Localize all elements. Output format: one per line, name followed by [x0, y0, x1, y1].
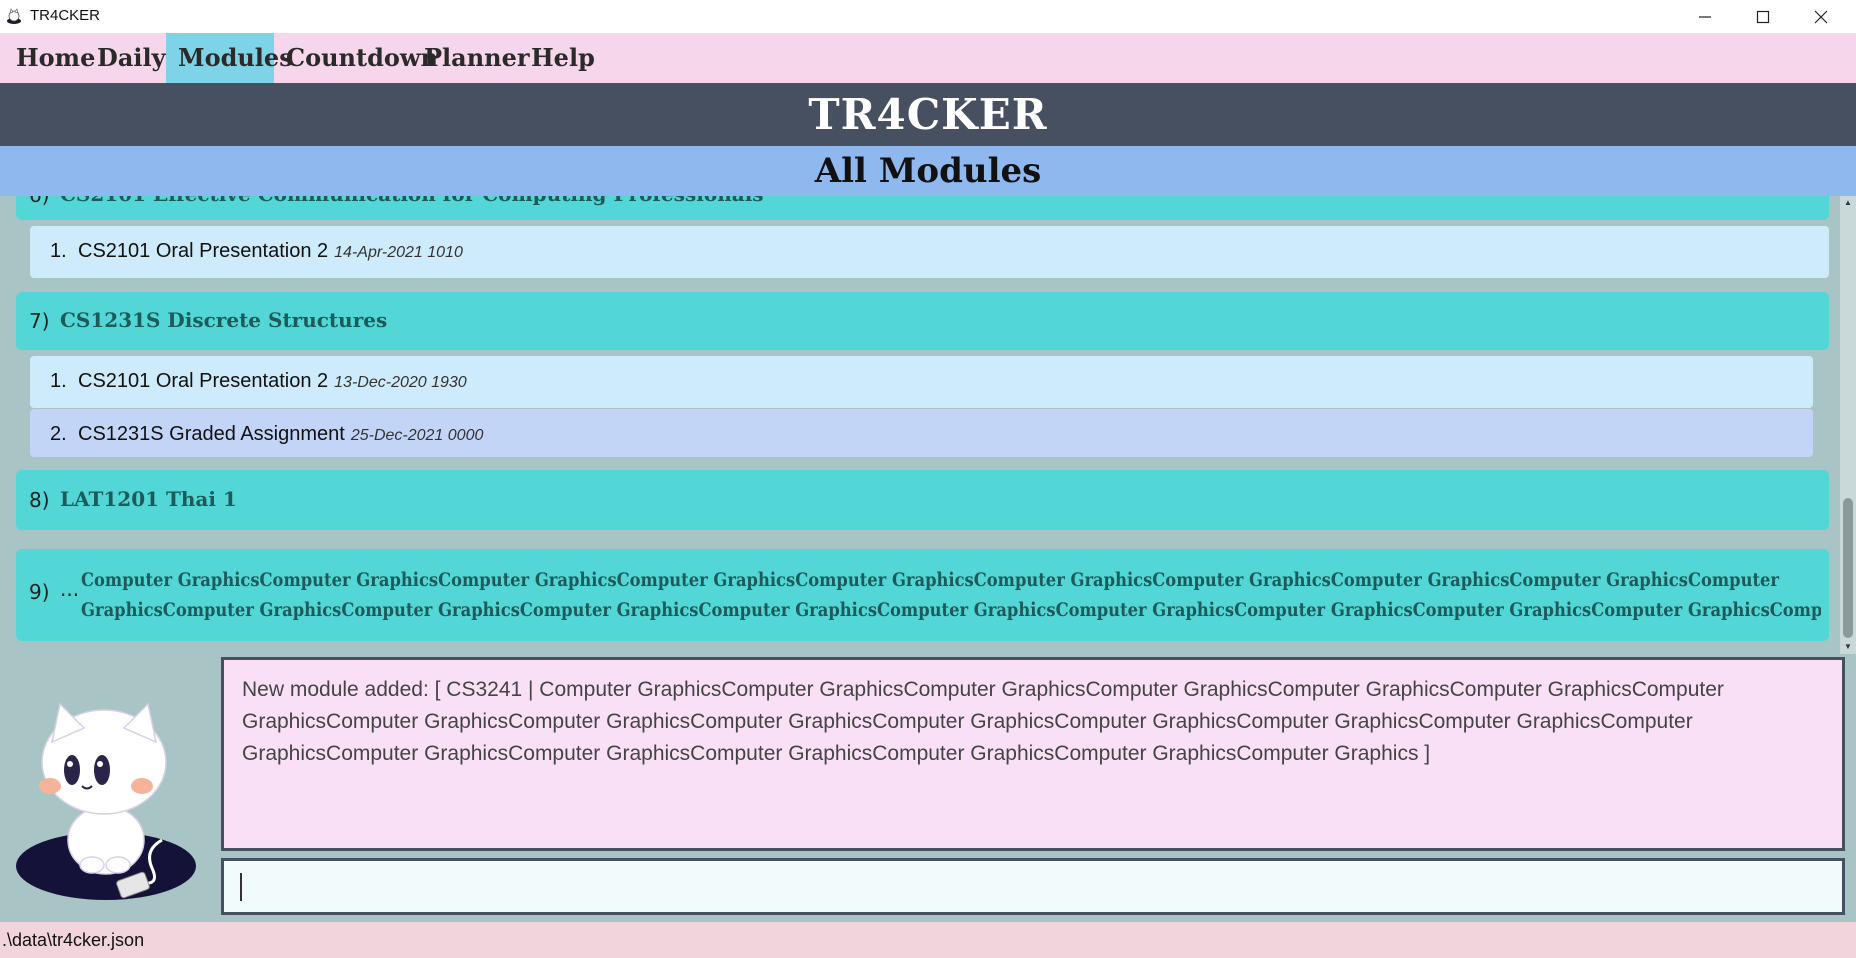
- task-deadline: 14-Apr-2021 1010: [334, 244, 463, 261]
- task-deadline: 13-Dec-2020 1930: [334, 374, 467, 391]
- module-index: 7): [29, 309, 50, 333]
- task-deadline: 25-Dec-2021 0000: [350, 427, 484, 444]
- page-title: All Modules: [814, 151, 1042, 191]
- scroll-down-icon[interactable]: ▼: [1843, 642, 1853, 652]
- close-icon: [1814, 10, 1828, 23]
- result-line: GraphicsComputer GraphicsComputer Graphi…: [242, 742, 1431, 765]
- cat-mascot-icon: [16, 702, 196, 900]
- module-name-line2: GraphicsComputer GraphicsComputer Graphi…: [81, 599, 1821, 621]
- result-line: GraphicsComputer GraphicsComputer Graphi…: [242, 710, 1693, 733]
- task-name: CS2101 Oral Presentation 2: [78, 240, 329, 262]
- maximize-button[interactable]: [1734, 0, 1792, 33]
- task-item[interactable]: 2. CS1231S Graded Assignment 25-Dec-2021 …: [30, 409, 1813, 457]
- module-name-line1: Computer GraphicsComputer GraphicsComput…: [81, 569, 1780, 591]
- window-title: TR4CKER: [30, 7, 101, 24]
- window-titlebar: TR4CKER: [0, 0, 1856, 33]
- task-item[interactable]: 1. CS2101 Oral Presentation 2 14-Apr-2021…: [30, 226, 1829, 278]
- app-header: TR4CKER: [0, 83, 1856, 146]
- command-input[interactable]: [221, 858, 1845, 915]
- task-item[interactable]: 1. CS2101 Oral Presentation 2 13-Dec-2020…: [30, 356, 1813, 408]
- menu-daily[interactable]: Daily: [85, 33, 178, 83]
- page-subheader: All Modules: [0, 146, 1856, 196]
- result-line: New module added: [ CS3241 | Computer Gr…: [242, 678, 1724, 701]
- status-bar: .\data\tr4cker.json: [0, 922, 1856, 958]
- result-text: New module added: [ CS3241 | Computer Gr…: [242, 674, 1802, 770]
- task-name-line: CS1231S Graded Assignment 25-Dec-2021 000…: [78, 423, 483, 446]
- menu-help[interactable]: Help: [519, 33, 607, 83]
- module-index: 8): [29, 488, 50, 512]
- module-list[interactable]: 6) CS2101 Effective Communication for Co…: [0, 196, 1840, 654]
- module-name: CS1231S Discrete Structures: [60, 308, 388, 332]
- minimize-icon: [1699, 15, 1711, 18]
- text-caret: [240, 873, 242, 901]
- save-file-path: .\data\tr4cker.json: [2, 930, 145, 950]
- module-card[interactable]: 9) ... Computer GraphicsComputer Graphic…: [16, 549, 1829, 641]
- scroll-up-icon[interactable]: ▲: [1843, 198, 1853, 208]
- task-name: CS1231S Graded Assignment: [78, 423, 345, 445]
- menu-bar: Home Daily Modules Countdown Planner Hel…: [0, 33, 1856, 83]
- module-card[interactable]: 7) CS1231S Discrete Structures: [16, 292, 1829, 350]
- module-card[interactable]: 8) LAT1201 Thai 1: [16, 470, 1829, 530]
- app-title: TR4CKER: [808, 90, 1048, 139]
- module-card[interactable]: 6) CS2101 Effective Communication for Co…: [16, 196, 1829, 220]
- task-index: 1.: [50, 370, 67, 392]
- module-index: 9): [29, 580, 50, 604]
- module-name-block: Computer GraphicsComputer GraphicsComput…: [81, 565, 1821, 625]
- task-index: 1.: [50, 240, 67, 262]
- task-index: 2.: [50, 423, 67, 445]
- close-button[interactable]: [1792, 0, 1850, 33]
- maximize-icon: [1756, 10, 1770, 23]
- result-display: New module added: [ CS3241 | Computer Gr…: [221, 657, 1845, 851]
- module-list-scrollbar[interactable]: ▲ ▼: [1840, 196, 1856, 654]
- menu-modules[interactable]: Modules: [166, 33, 293, 83]
- task-name-line: CS2101 Oral Presentation 2 13-Dec-2020 19…: [78, 370, 467, 393]
- module-index: 6): [29, 196, 50, 207]
- scroll-thumb[interactable]: [1843, 498, 1853, 638]
- module-name: LAT1201 Thai 1: [60, 487, 237, 511]
- module-name-ellipsis: ...: [60, 577, 80, 601]
- module-name: CS2101 Effective Communication for Compu…: [60, 196, 764, 206]
- tr4cker-app-icon: [7, 8, 21, 24]
- task-name: CS2101 Oral Presentation 2: [78, 370, 329, 392]
- task-name-line: CS2101 Oral Presentation 2 14-Apr-2021 10…: [78, 240, 463, 263]
- minimize-button[interactable]: [1676, 0, 1734, 33]
